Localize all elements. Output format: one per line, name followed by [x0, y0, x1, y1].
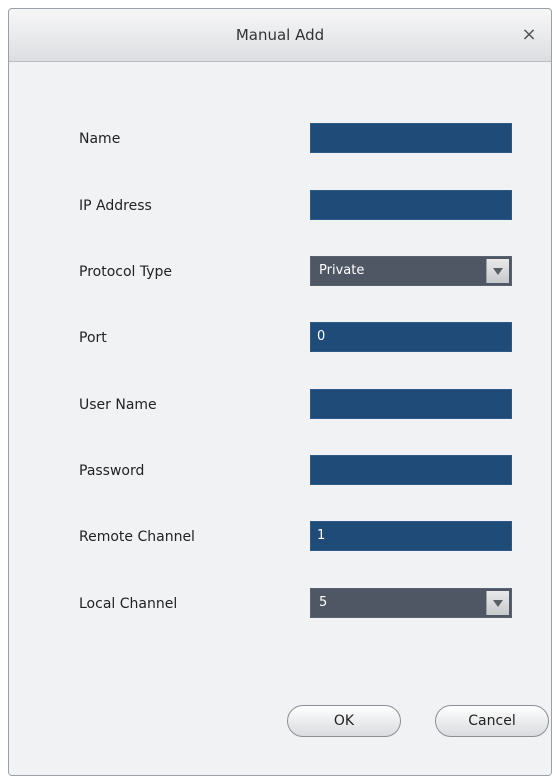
name-input[interactable] [310, 123, 512, 153]
local-channel-label: Local Channel [79, 596, 178, 612]
form-row-password: Password [9, 455, 551, 487]
dialog-titlebar: Manual Add × [9, 9, 551, 62]
port-label: Port [79, 330, 107, 346]
dialog-body: Name IP Address Protocol Type Private Po… [9, 62, 551, 775]
remote-channel-label: Remote Channel [79, 529, 195, 545]
form-row-user-name: User Name [9, 389, 551, 421]
local-channel-value: 5 [319, 595, 328, 610]
form-row-name: Name [9, 123, 551, 155]
user-name-label: User Name [79, 397, 157, 413]
ip-address-label: IP Address [79, 198, 152, 214]
protocol-type-label: Protocol Type [79, 264, 173, 280]
name-label: Name [79, 131, 121, 147]
port-input[interactable]: 0 [310, 322, 512, 352]
dialog-title: Manual Add [235, 26, 325, 44]
chevron-down-icon[interactable] [486, 259, 509, 283]
form-row-local-channel: Local Channel 5 [9, 588, 551, 620]
form-row-protocol-type: Protocol Type Private [9, 256, 551, 288]
manual-add-dialog: Manual Add × Name IP Address Protocol Ty… [8, 8, 552, 776]
cancel-button[interactable]: Cancel [435, 705, 549, 737]
protocol-type-select[interactable]: Private [310, 256, 512, 286]
ok-button[interactable]: OK [287, 705, 401, 737]
chevron-down-icon[interactable] [486, 591, 509, 615]
form-row-ip-address: IP Address [9, 190, 551, 222]
close-icon[interactable]: × [517, 23, 541, 47]
password-input[interactable] [310, 455, 512, 485]
user-name-input[interactable] [310, 389, 512, 419]
protocol-type-value: Private [319, 263, 365, 278]
remote-channel-input[interactable]: 1 [310, 521, 512, 551]
local-channel-select[interactable]: 5 [310, 588, 512, 618]
form-row-remote-channel: Remote Channel 1 [9, 521, 551, 553]
password-label: Password [79, 463, 145, 479]
form-row-port: Port 0 [9, 322, 551, 354]
ip-address-input[interactable] [310, 190, 512, 220]
